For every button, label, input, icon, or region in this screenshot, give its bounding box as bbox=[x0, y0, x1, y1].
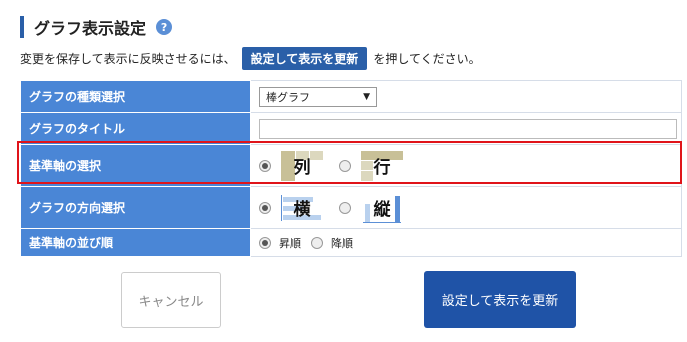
header-accent-bar bbox=[20, 16, 24, 38]
graph-title-label: グラフのタイトル bbox=[20, 112, 251, 145]
base-axis-options: 列 行 bbox=[259, 150, 681, 182]
graph-type-label: グラフの種類選択 bbox=[20, 80, 251, 113]
base-axis-radio-column[interactable] bbox=[259, 159, 271, 172]
horizontal-icon: 横 bbox=[279, 192, 325, 224]
column-option-label: 列 bbox=[293, 158, 311, 178]
column-icon: 列 bbox=[279, 150, 325, 182]
base-axis-radio-row[interactable] bbox=[339, 159, 351, 172]
axis-order-radio-ascending[interactable] bbox=[259, 236, 271, 249]
axis-order-options: 昇順 降順 bbox=[259, 235, 681, 251]
direction-label: グラフの方向選択 bbox=[20, 186, 251, 229]
vertical-option-label: 縦 bbox=[373, 200, 391, 220]
vertical-icon: 縦 bbox=[359, 192, 405, 224]
axis-order-label: 基準軸の並び順 bbox=[20, 228, 251, 257]
graph-title-input[interactable] bbox=[259, 118, 677, 139]
instruction-after: を押してください。 bbox=[373, 51, 481, 66]
direction-radio-vertical[interactable] bbox=[339, 201, 351, 214]
instruction-text: 変更を保存して表示に反映させるには、 設定して表示を更新 を押してください。 bbox=[20, 46, 481, 70]
row-icon: 行 bbox=[359, 150, 405, 182]
direction-radio-horizontal[interactable] bbox=[259, 201, 271, 214]
horizontal-option-label: 横 bbox=[293, 200, 311, 220]
direction-options: 横 縦 bbox=[259, 192, 681, 224]
axis-order-radio-descending[interactable] bbox=[311, 236, 323, 249]
graph-type-select[interactable]: 棒グラフ ▼ bbox=[259, 86, 377, 107]
graph-type-selected: 棒グラフ bbox=[266, 90, 310, 104]
page-title: グラフ表示設定 bbox=[34, 19, 147, 38]
settings-table: グラフの種類選択 棒グラフ ▼ グラフのタイトル 基準軸の選択 列 行 グラフの… bbox=[20, 80, 682, 257]
instruction-before: 変更を保存して表示に反映させるには、 bbox=[20, 51, 236, 66]
base-axis-label: 基準軸の選択 bbox=[20, 144, 251, 187]
dropdown-arrow-icon: ▼ bbox=[363, 91, 370, 102]
row-option-label: 行 bbox=[373, 158, 391, 178]
cancel-button[interactable]: キャンセル bbox=[121, 272, 221, 328]
instruction-button-label: 設定して表示を更新 bbox=[241, 46, 368, 70]
ascending-label: 昇順 bbox=[279, 236, 301, 250]
help-icon[interactable]: ? bbox=[156, 19, 173, 35]
descending-label: 降順 bbox=[331, 236, 353, 250]
section-header: グラフ表示設定 ? bbox=[20, 14, 173, 40]
update-button[interactable]: 設定して表示を更新 bbox=[424, 271, 576, 328]
